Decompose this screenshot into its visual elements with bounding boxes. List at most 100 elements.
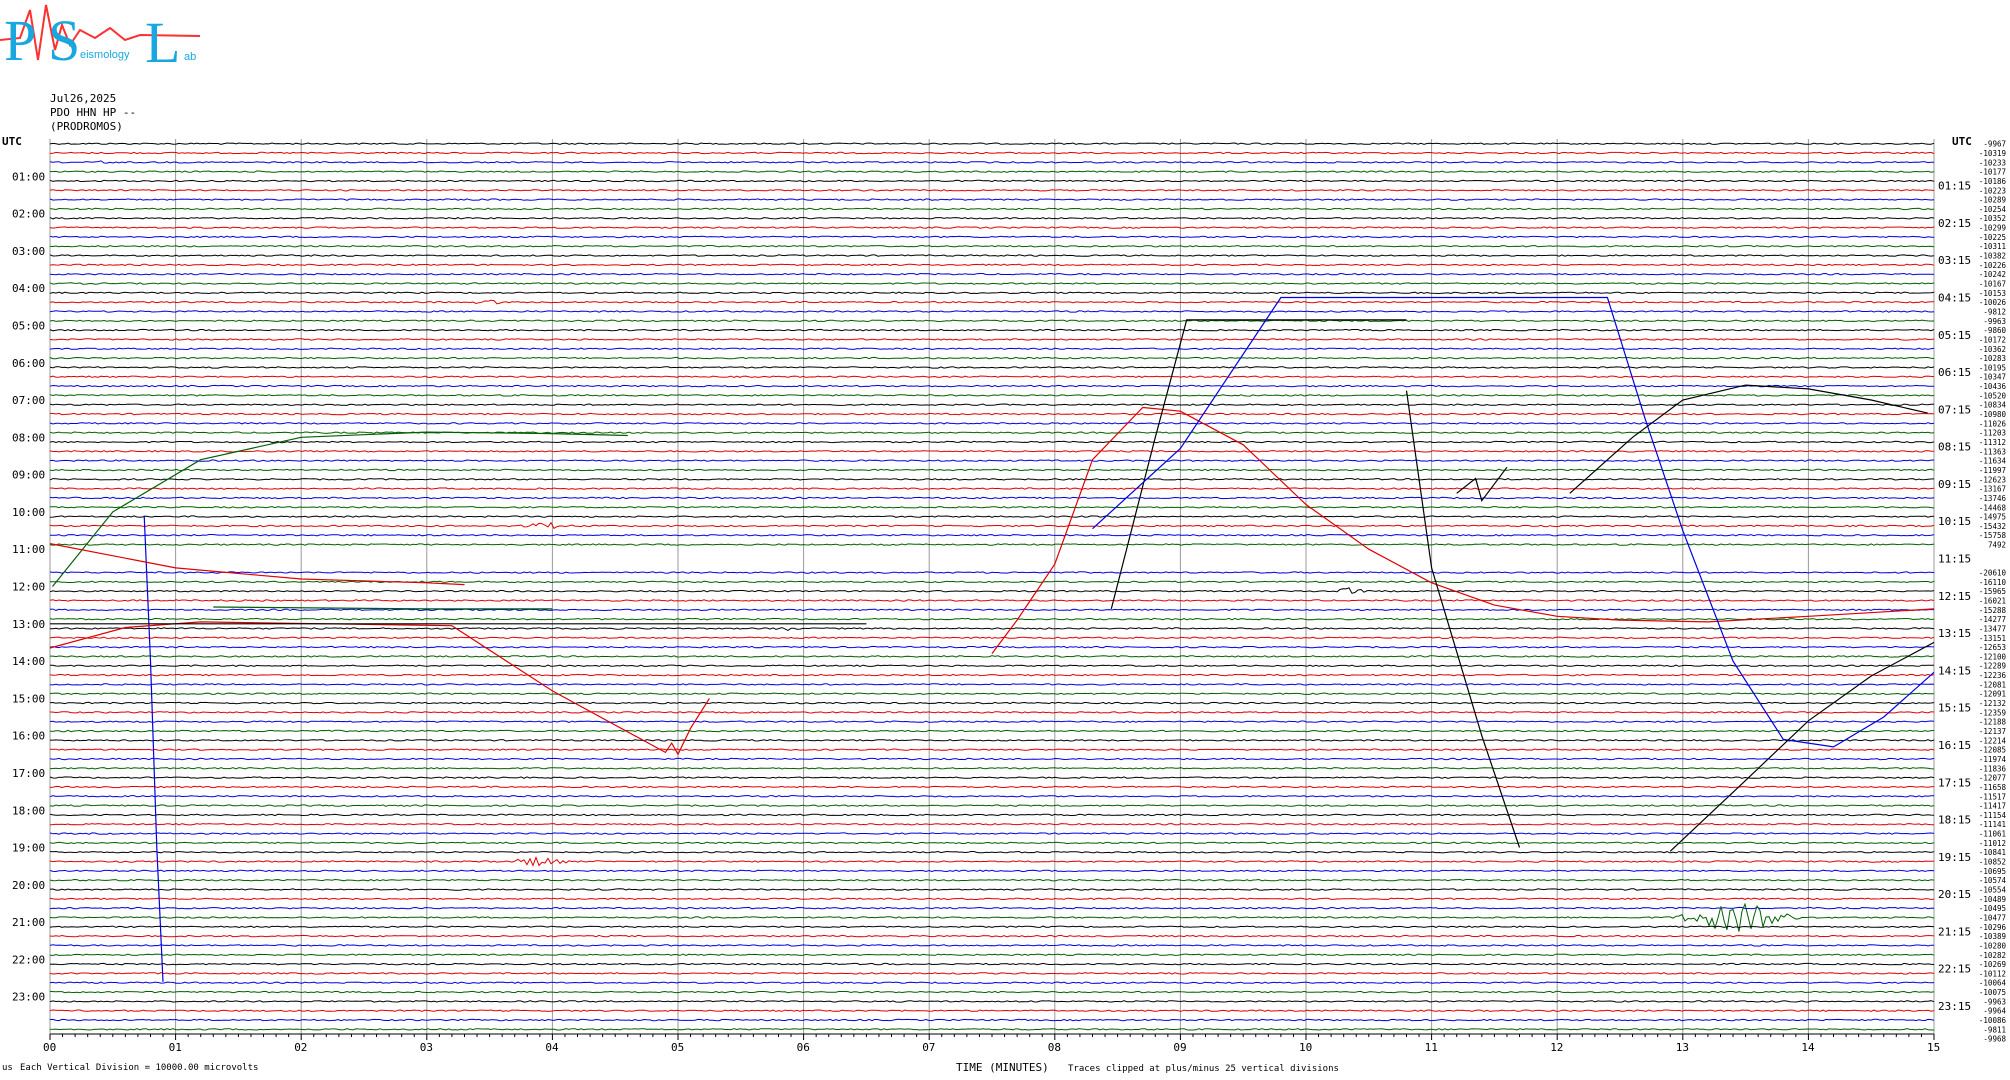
trace-line [49, 962, 1935, 966]
x-tick-label: 13 [1676, 1041, 1689, 1054]
trace-offset-label: -9811 [1983, 1025, 2006, 1034]
right-utc-label: 06:15 [1938, 366, 1971, 379]
trace-offset-label: -10980 [1979, 410, 2007, 419]
right-utc-label: 02:15 [1938, 217, 1971, 230]
trace-offset-label: -12289 [1979, 662, 2006, 671]
right-utc-labels: 01:15 02:15 03:15 04:15 05:15 06:15 07:15 08:15… [1938, 180, 1971, 1013]
trace-line [49, 521, 1935, 530]
trace-offset-label: -14468 [1979, 503, 2007, 512]
trace-line [49, 450, 1935, 453]
trace-line [49, 673, 1935, 677]
trace-line [49, 1009, 1935, 1012]
left-utc-label: 03:00 [12, 245, 45, 258]
x-tick-label: 01 [169, 1041, 182, 1054]
trace-line [49, 1000, 1935, 1003]
trace-line [49, 189, 1935, 192]
trace-offset-label: -11363 [1979, 447, 2006, 456]
x-tick-label: 00 [43, 1041, 56, 1054]
trace-offset-label: -9967 [1983, 140, 2006, 149]
trace-offset-label: -12085 [1979, 746, 2006, 755]
trace-offset-label: -10254 [1979, 205, 2007, 214]
trace-line [49, 394, 1935, 397]
trace-line [49, 832, 1935, 835]
x-tick-label: 02 [294, 1041, 307, 1054]
trace-offset-label: -12188 [1979, 718, 2007, 727]
trace-line [49, 384, 1934, 388]
trace-offset-label: -11417 [1979, 802, 2006, 811]
footer-mark: us [2, 1063, 13, 1073]
trace-offset-label: -11203 [1979, 429, 2006, 438]
trace-line [49, 795, 1934, 798]
trace-line [49, 216, 1935, 220]
right-utc-label: 08:15 [1938, 441, 1971, 454]
long-period-curve [1569, 384, 1928, 494]
trace-line [49, 319, 1935, 323]
right-utc-label: 14:15 [1938, 664, 1971, 677]
trace-offset-label: -16021 [1979, 596, 2006, 605]
trace-offset-label: -10296 [1979, 923, 2007, 932]
trace-line [50, 533, 1935, 537]
trace-offset-label: -9860 [1983, 326, 2006, 335]
trace-offset-label: -10554 [1979, 885, 2007, 894]
long-period-curve [991, 406, 1935, 654]
trace-line [49, 785, 1935, 789]
trace-offset-label: 7492 [1988, 541, 2006, 550]
trace-line [49, 944, 1935, 947]
trace-line [50, 506, 1935, 509]
right-utc-label: 09:15 [1938, 478, 1971, 491]
trace-offset-label: -13477 [1979, 624, 2006, 633]
left-utc-label: 17:00 [12, 767, 45, 780]
right-utc-label: 10:15 [1938, 515, 1971, 528]
trace-line [49, 468, 1935, 472]
footer-clip-note: Traces clipped at plus/minus 25 vertical… [1068, 1064, 1339, 1074]
trace-line [49, 403, 1935, 406]
trace-line [49, 1018, 1935, 1022]
trace-offset-label: -10520 [1979, 391, 2007, 400]
long-period-curve [52, 431, 628, 587]
right-axis-title: UTC [1952, 135, 1972, 148]
trace-line [49, 711, 1935, 714]
trace-line [49, 515, 1935, 518]
trace-offset-labels: -9967-10319-10233-10177-10186-10223-1028… [1979, 140, 2007, 1044]
x-tick-label: 09 [1173, 1041, 1186, 1054]
trace-offset-label: -13746 [1979, 494, 2007, 503]
trace-line [49, 953, 1935, 957]
trace-line [49, 776, 1935, 779]
trace-offset-label: -11026 [1979, 419, 2007, 428]
trace-line [49, 729, 1935, 733]
x-tick-label: 06 [797, 1041, 810, 1054]
trace-offset-label: -10075 [1979, 988, 2006, 997]
trace-offset-label: -13151 [1979, 634, 2006, 643]
left-utc-label: 05:00 [12, 319, 45, 332]
trace-offset-label: -10280 [1979, 941, 2007, 950]
trace-offset-label: -10834 [1979, 401, 2007, 410]
trace-line [49, 347, 1935, 351]
right-utc-label: 01:15 [1938, 180, 1971, 193]
trace-line [49, 720, 1935, 723]
trace-line [49, 692, 1935, 695]
trace-line [49, 804, 1935, 807]
trace-offset-label: -14975 [1979, 513, 2006, 522]
trace-offset-label: -10026 [1979, 298, 2007, 307]
trace-line [49, 627, 1935, 631]
trace-line [49, 599, 1935, 602]
left-utc-labels: 01:00 02:00 03:00 04:00 05:00 06:00 07:00 08:00… [12, 170, 45, 1003]
trace-offset-label: -11012 [1979, 839, 2006, 848]
trace-line [49, 587, 1935, 594]
trace-line [49, 617, 1935, 621]
trace-line [49, 636, 1935, 640]
trace-offset-label: -12623 [1979, 475, 2006, 484]
right-utc-label: 20:15 [1938, 888, 1971, 901]
trace-offset-label: -13167 [1979, 485, 2006, 494]
right-utc-label: 21:15 [1938, 925, 1971, 938]
trace-offset-label: -10086 [1979, 1016, 2007, 1025]
left-axis-title: UTC [2, 135, 22, 148]
long-period-curve [1110, 319, 1407, 610]
long-period-curve [49, 543, 465, 586]
trace-line [49, 855, 1935, 867]
left-utc-label: 11:00 [12, 543, 45, 556]
trace-offset-label: -10186 [1979, 177, 2007, 186]
trace-offset-label: -16110 [1979, 578, 2007, 587]
x-tick-label: 15 [1927, 1041, 1940, 1054]
x-axis-label: TIME (MINUTES) [956, 1061, 1049, 1074]
